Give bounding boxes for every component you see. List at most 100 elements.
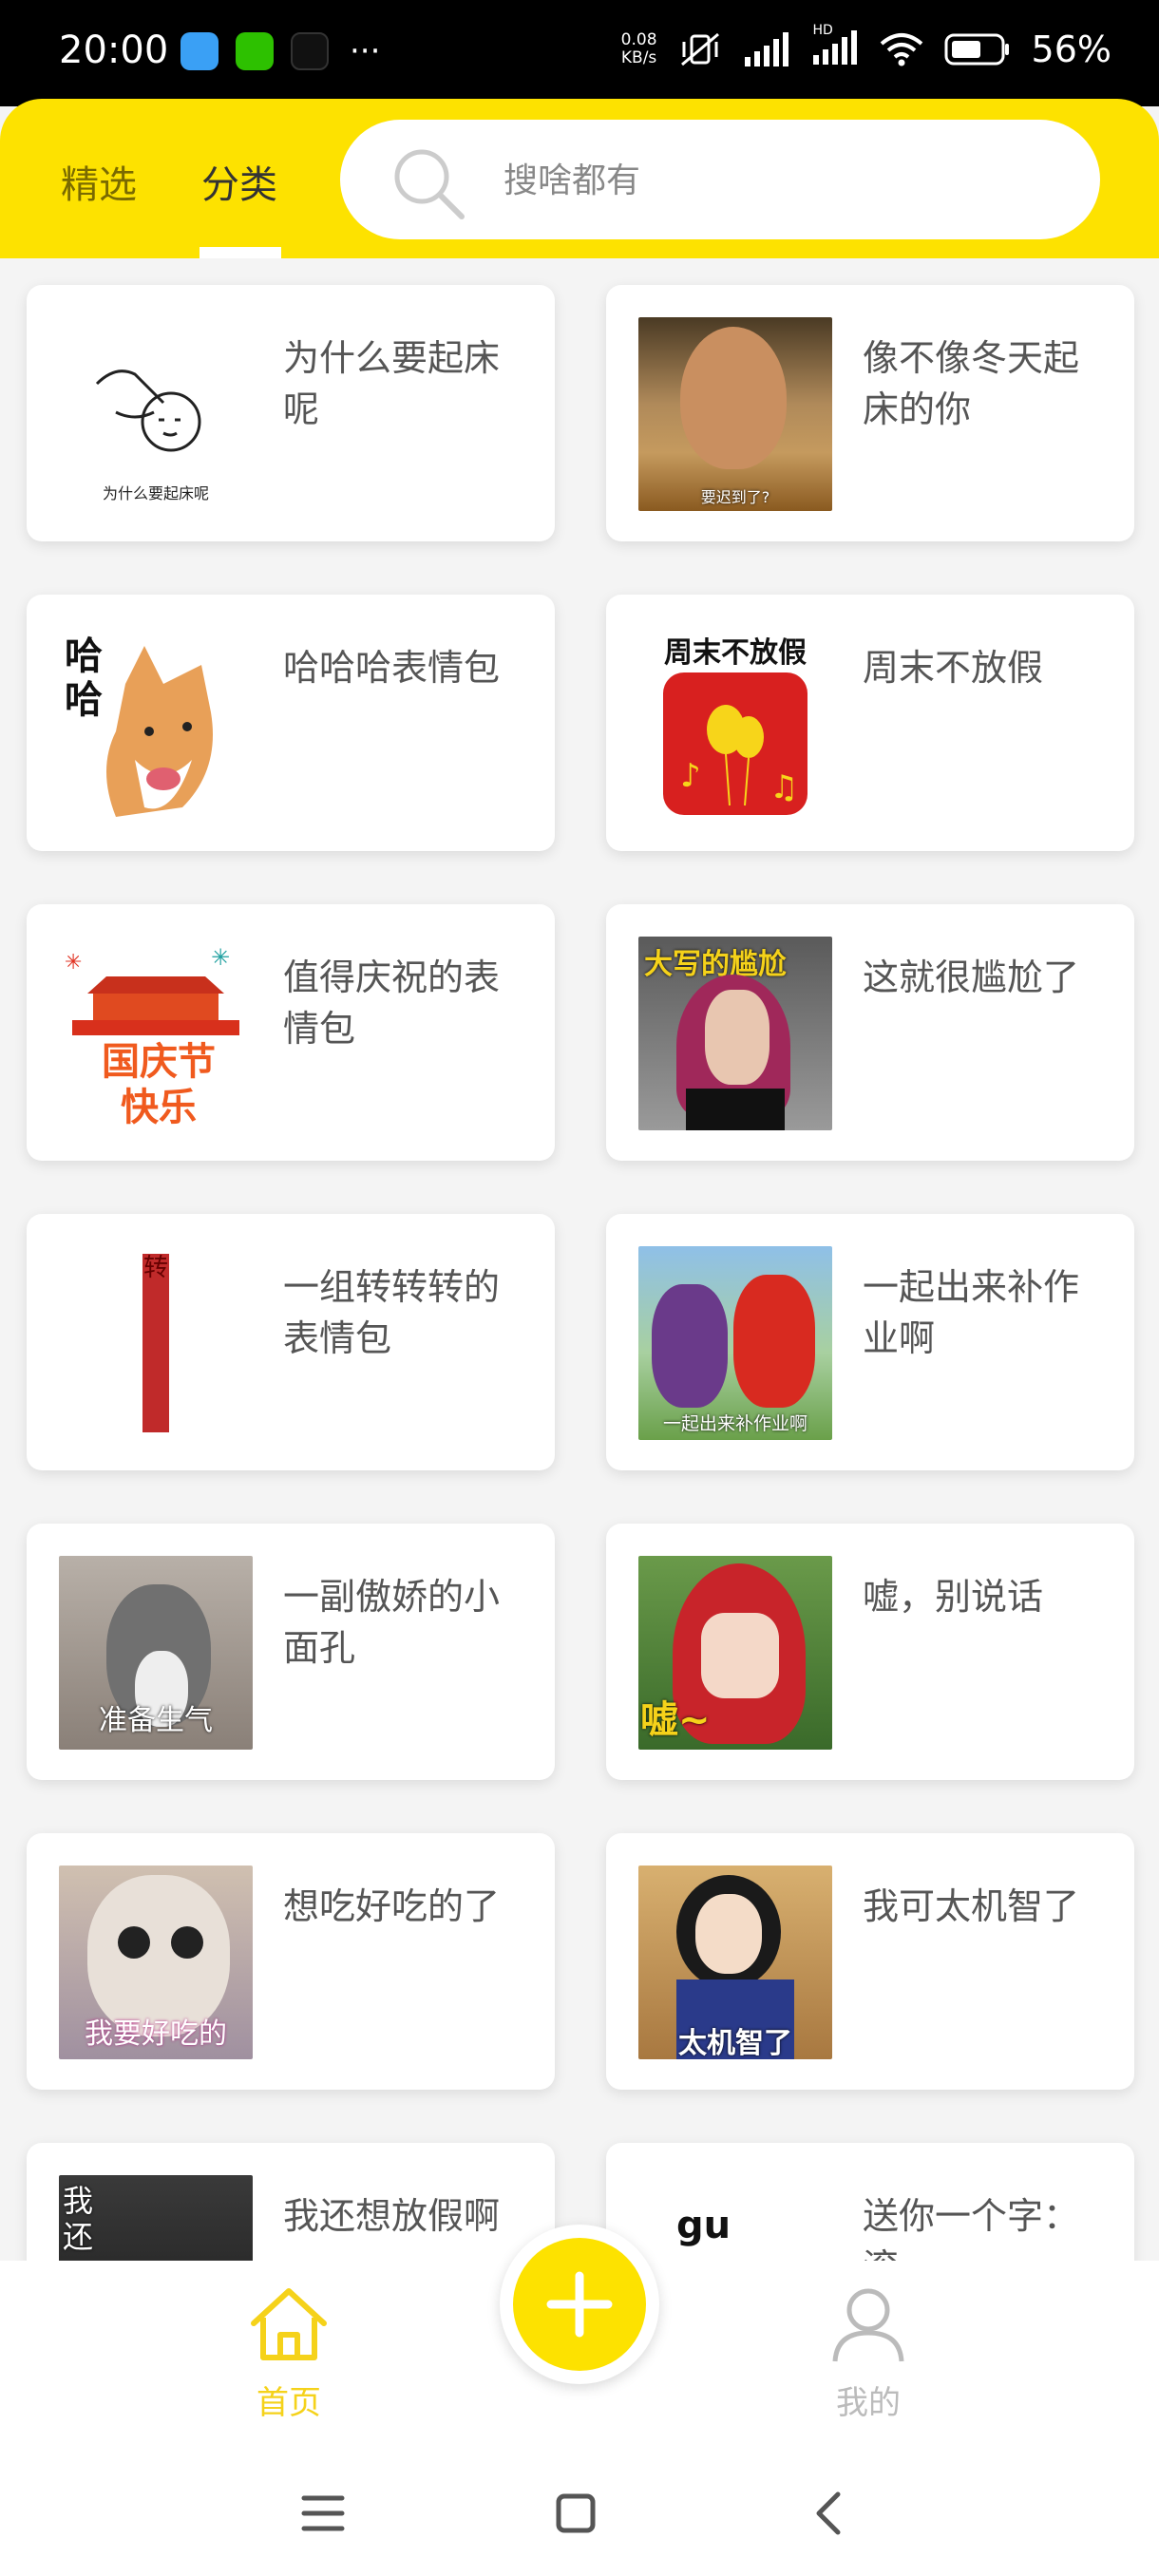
signal-icon <box>744 32 788 66</box>
card-title: 像不像冬天起床的你 <box>863 337 1080 430</box>
card-thumbnail: gu <box>638 2175 832 2261</box>
back-icon[interactable] <box>809 2491 847 2536</box>
card-thumbnail: 我要好吃的 <box>59 1866 253 2059</box>
card-title: 嘘，别说话 <box>863 1576 1044 1618</box>
category-card[interactable]: 哈哈 哈哈哈表情包 <box>27 595 555 851</box>
card-thumbnail: 哈哈 <box>59 627 253 821</box>
nav-me[interactable]: 我的 <box>792 2283 944 2423</box>
card-title: 为什么要起床呢 <box>283 337 501 430</box>
thumb-caption: 我还 <box>63 2183 94 2255</box>
svg-text:♪: ♪ <box>680 757 701 795</box>
status-time: 20:00 <box>59 28 169 72</box>
user-icon <box>832 2288 904 2362</box>
thumb-caption: 为什么要起床呢 <box>102 484 209 502</box>
card-thumbnail: 为什么要起床呢 <box>59 317 253 511</box>
card-title: 一起出来补作业啊 <box>863 1266 1080 1359</box>
thumb-face <box>701 1613 779 1698</box>
thumb-body <box>686 1089 785 1130</box>
card-title: 哈哈哈表情包 <box>283 647 501 689</box>
nav-me-label: 我的 <box>836 2384 901 2422</box>
card-title: 这就很尴尬了 <box>863 957 1080 998</box>
thumb-teletubby-purple <box>652 1284 728 1408</box>
status-bar: 20:00 ··· 0.08 KB/s HD 56% <box>0 0 1159 106</box>
category-card[interactable]: ✳ ✳ 国庆节快乐 值得庆祝的表情包 <box>27 904 555 1161</box>
category-card[interactable]: 为什么要起床呢 为什么要起床呢 <box>27 285 555 541</box>
menu-icon[interactable] <box>300 2492 346 2534</box>
net-speed: 0.08 KB/s <box>620 30 657 67</box>
thumb-caption: 准备生气 <box>99 1704 213 1737</box>
thumb-caption: 一起出来补作业啊 <box>662 1413 808 1434</box>
card-title: 一组转转转的表情包 <box>283 1266 501 1359</box>
thumb-caption: 太机智了 <box>678 2027 792 2059</box>
search-icon[interactable] <box>390 144 469 224</box>
thumb-caption: 我要好吃的 <box>85 2017 227 2051</box>
card-thumbnail: 大写的尴尬 <box>638 937 832 1130</box>
thumb-caption: 嘘~ <box>640 1698 711 1742</box>
thumb-redbox: ♪ ♫ <box>663 672 808 815</box>
thumb-face <box>705 990 770 1085</box>
add-button-inner <box>513 2238 646 2371</box>
thumb-face <box>695 1894 762 1974</box>
thumb-caption: 国庆节快乐 <box>102 1040 216 1129</box>
card-thumbnail: 太机智了 <box>638 1866 832 2059</box>
system-nav-bar <box>0 2451 1159 2576</box>
category-grid: 为什么要起床呢 为什么要起床呢 要迟到了? 像不像冬天起床的你 哈哈 哈哈哈表情… <box>0 258 1159 2261</box>
thumb-teletubby-red <box>733 1275 815 1408</box>
card-title: 送你一个字：滚 <box>863 2195 1080 2261</box>
plus-icon <box>546 2271 613 2338</box>
card-thumbnail: 转 <box>59 1246 253 1440</box>
card-thumbnail: 嘘~ <box>638 1556 832 1750</box>
wifi-icon <box>880 33 922 66</box>
category-card[interactable]: 要迟到了? 像不像冬天起床的你 <box>606 285 1134 541</box>
thumb-caption: 大写的尴尬 <box>644 948 787 981</box>
card-thumbnail: 我还 <box>59 2175 253 2261</box>
thumb-caption: 转 <box>142 1254 169 1432</box>
category-card[interactable]: 我要好吃的 想吃好吃的了 <box>27 1833 555 2090</box>
category-card[interactable]: 大写的尴尬 这就很尴尬了 <box>606 904 1134 1161</box>
add-button[interactable] <box>500 2225 659 2384</box>
category-card[interactable]: 转 一组转转转的表情包 <box>27 1214 555 1470</box>
thumb-caption: 要迟到了? <box>700 488 770 506</box>
card-title: 想吃好吃的了 <box>283 1885 501 1927</box>
nav-home[interactable]: 首页 <box>213 2283 365 2423</box>
nav-home-label: 首页 <box>256 2384 321 2422</box>
card-thumbnail: 一起出来补作业啊 <box>638 1246 832 1440</box>
tiktok-icon <box>291 32 329 70</box>
mute-vibrate-icon <box>680 32 719 66</box>
svg-text:✳: ✳ <box>211 944 230 971</box>
tab-category[interactable]: 分类 <box>201 154 277 209</box>
category-card[interactable]: 准备生气 一副傲娇的小面孔 <box>27 1524 555 1780</box>
tab-featured[interactable]: 精选 <box>61 154 137 209</box>
wechat-icon <box>236 32 274 70</box>
top-header: 精选 分类 <box>0 99 1159 258</box>
card-title: 一副傲娇的小面孔 <box>283 1576 501 1669</box>
category-card[interactable]: 周末不放假 ♪ ♫ 周末不放假 <box>606 595 1134 851</box>
card-thumbnail: 准备生气 <box>59 1556 253 1750</box>
more-notifications-icon: ··· <box>350 32 381 70</box>
home-square-icon[interactable] <box>555 2492 597 2534</box>
hd-signal: HD <box>811 23 859 68</box>
card-title: 我可太机智了 <box>863 1885 1080 1927</box>
status-right: 0.08 KB/s HD 56% <box>620 23 1112 70</box>
category-card[interactable]: 我还 我还想放假啊 <box>27 2143 555 2261</box>
thumb-cat-eye-right <box>171 1926 203 1959</box>
card-thumbnail: 周末不放假 ♪ ♫ <box>638 627 832 821</box>
card-thumbnail: ✳ ✳ 国庆节快乐 <box>59 937 253 1130</box>
card-title: 我还想放假啊 <box>283 2195 501 2237</box>
category-card[interactable]: 一起出来补作业啊 一起出来补作业啊 <box>606 1214 1134 1470</box>
card-title: 值得庆祝的表情包 <box>283 957 501 1050</box>
category-card[interactable]: 太机智了 我可太机智了 <box>606 1833 1134 2090</box>
category-card[interactable]: 嘘~ 嘘，别说话 <box>606 1524 1134 1780</box>
thumb-caption: gu <box>676 2204 732 2247</box>
card-thumbnail: 要迟到了? <box>638 317 832 511</box>
battery-icon <box>944 33 1009 66</box>
search-bar[interactable] <box>340 120 1100 241</box>
thumb-caption: 哈哈 <box>65 635 103 722</box>
search-input[interactable] <box>502 120 1037 241</box>
card-title: 周末不放假 <box>863 647 1044 689</box>
thumb-caption: 周末不放假 <box>664 636 807 670</box>
thumb-face <box>680 327 787 469</box>
category-card[interactable]: gu 送你一个字：滚 <box>606 2143 1134 2261</box>
active-tab-indicator <box>200 247 281 258</box>
home-icon <box>251 2288 327 2360</box>
